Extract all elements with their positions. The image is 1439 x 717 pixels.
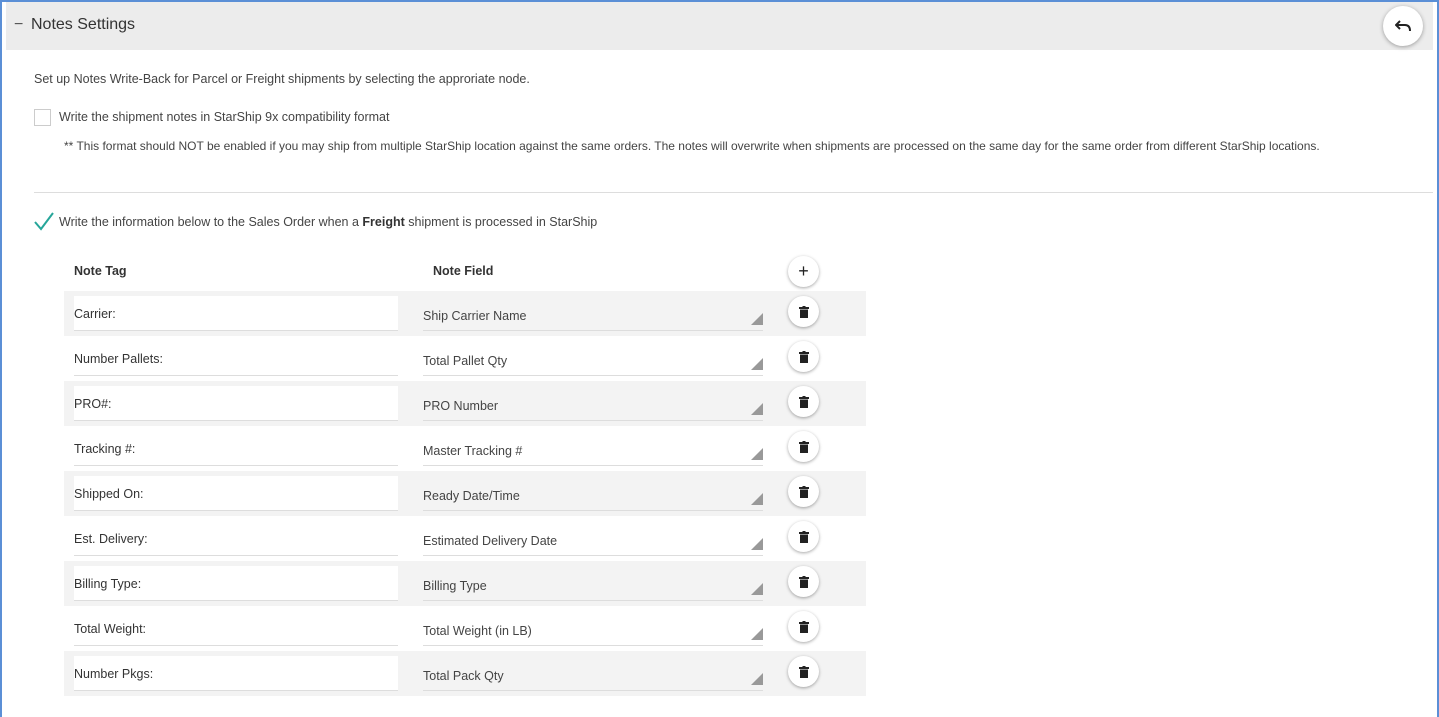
table-row: Est. Delivery: Estimated Delivery Date <box>64 516 866 561</box>
note-field-select[interactable]: Total Pack Qty <box>423 656 763 691</box>
table-row: Number Pkgs: Total Pack Qty <box>64 651 866 696</box>
note-field-select[interactable]: Total Weight (in LB) <box>423 611 763 646</box>
note-tag-input[interactable]: PRO#: <box>74 386 398 421</box>
freight-checkbox-checked-icon[interactable] <box>33 211 55 231</box>
note-field-value: Total Pack Qty <box>423 669 504 683</box>
delete-row-button[interactable] <box>788 656 819 687</box>
table-row: Carrier: Ship Carrier Name <box>64 291 866 336</box>
divider <box>34 192 1433 193</box>
note-field-select[interactable]: Estimated Delivery Date <box>423 521 763 556</box>
dropdown-icon <box>751 493 763 505</box>
note-field-value: Billing Type <box>423 579 487 593</box>
note-tag-input[interactable]: Carrier: <box>74 296 398 331</box>
dropdown-icon <box>751 403 763 415</box>
compat-warning: ** This format should NOT be enabled if … <box>64 139 1320 153</box>
trash-icon <box>798 305 809 318</box>
trash-icon <box>798 350 809 363</box>
trash-icon <box>798 665 809 678</box>
dropdown-icon <box>751 358 763 370</box>
header-note-tag: Note Tag <box>74 264 127 278</box>
note-field-value: Ready Date/Time <box>423 489 520 503</box>
delete-row-button[interactable] <box>788 521 819 552</box>
table-row: PRO#: PRO Number <box>64 381 866 426</box>
note-field-value: Master Tracking # <box>423 444 523 458</box>
note-tag-input[interactable]: Tracking #: <box>74 431 398 466</box>
trash-icon <box>798 395 809 408</box>
note-field-value: Total Pallet Qty <box>423 354 508 368</box>
note-field-select[interactable]: Total Pallet Qty <box>423 341 763 376</box>
trash-icon <box>798 440 809 453</box>
dropdown-icon <box>751 583 763 595</box>
add-row-button[interactable]: + <box>788 256 819 287</box>
table-row: Total Weight: Total Weight (in LB) <box>64 606 866 651</box>
trash-icon <box>798 485 809 498</box>
compat-label: Write the shipment notes in StarShip 9x … <box>59 110 390 124</box>
delete-row-button[interactable] <box>788 431 819 462</box>
note-tag-input[interactable]: Number Pkgs: <box>74 656 398 691</box>
trash-icon <box>798 575 809 588</box>
undo-button[interactable] <box>1383 6 1423 46</box>
plus-icon: + <box>798 261 809 281</box>
compat-checkbox[interactable] <box>34 109 51 126</box>
note-field-value: Total Weight (in LB) <box>423 624 532 638</box>
delete-row-button[interactable] <box>788 611 819 642</box>
header-note-field: Note Field <box>433 264 494 278</box>
table-row: Billing Type: Billing Type <box>64 561 866 606</box>
dropdown-icon <box>751 628 763 640</box>
note-field-value: PRO Number <box>423 399 499 413</box>
dropdown-icon <box>751 673 763 685</box>
section-title: Notes Settings <box>31 16 136 33</box>
note-tag-input[interactable]: Est. Delivery: <box>74 521 398 556</box>
note-field-select[interactable]: Billing Type <box>423 566 763 601</box>
note-field-value: Estimated Delivery Date <box>423 534 558 548</box>
dropdown-icon <box>751 538 763 550</box>
note-tag-input[interactable]: Number Pallets: <box>74 341 398 376</box>
collapse-icon[interactable]: − <box>14 16 23 34</box>
delete-row-button[interactable] <box>788 296 819 327</box>
trash-icon <box>798 530 809 543</box>
note-tag-input[interactable]: Shipped On: <box>74 476 398 511</box>
delete-row-button[interactable] <box>788 386 819 417</box>
delete-row-button[interactable] <box>788 566 819 597</box>
delete-row-button[interactable] <box>788 476 819 507</box>
note-field-select[interactable]: Ready Date/Time <box>423 476 763 511</box>
note-tag-input[interactable]: Billing Type: <box>74 566 398 601</box>
note-tag-input[interactable]: Total Weight: <box>74 611 398 646</box>
note-field-select[interactable]: PRO Number <box>423 386 763 421</box>
note-field-select[interactable]: Ship Carrier Name <box>423 296 763 331</box>
section-header[interactable]: − Notes Settings <box>6 2 1433 50</box>
undo-icon <box>1395 20 1411 32</box>
note-field-select[interactable]: Master Tracking # <box>423 431 763 466</box>
dropdown-icon <box>751 313 763 325</box>
freight-label: Write the information below to the Sales… <box>59 215 598 229</box>
dropdown-icon <box>751 448 763 460</box>
table-row: Tracking #: Master Tracking # <box>64 426 866 471</box>
delete-row-button[interactable] <box>788 341 819 372</box>
trash-icon <box>798 620 809 633</box>
table-row: Number Pallets: Total Pallet Qty <box>64 336 866 381</box>
note-field-value: Ship Carrier Name <box>423 309 527 323</box>
table-row: Shipped On: Ready Date/Time <box>64 471 866 516</box>
intro-text: Set up Notes Write-Back for Parcel or Fr… <box>34 72 530 86</box>
